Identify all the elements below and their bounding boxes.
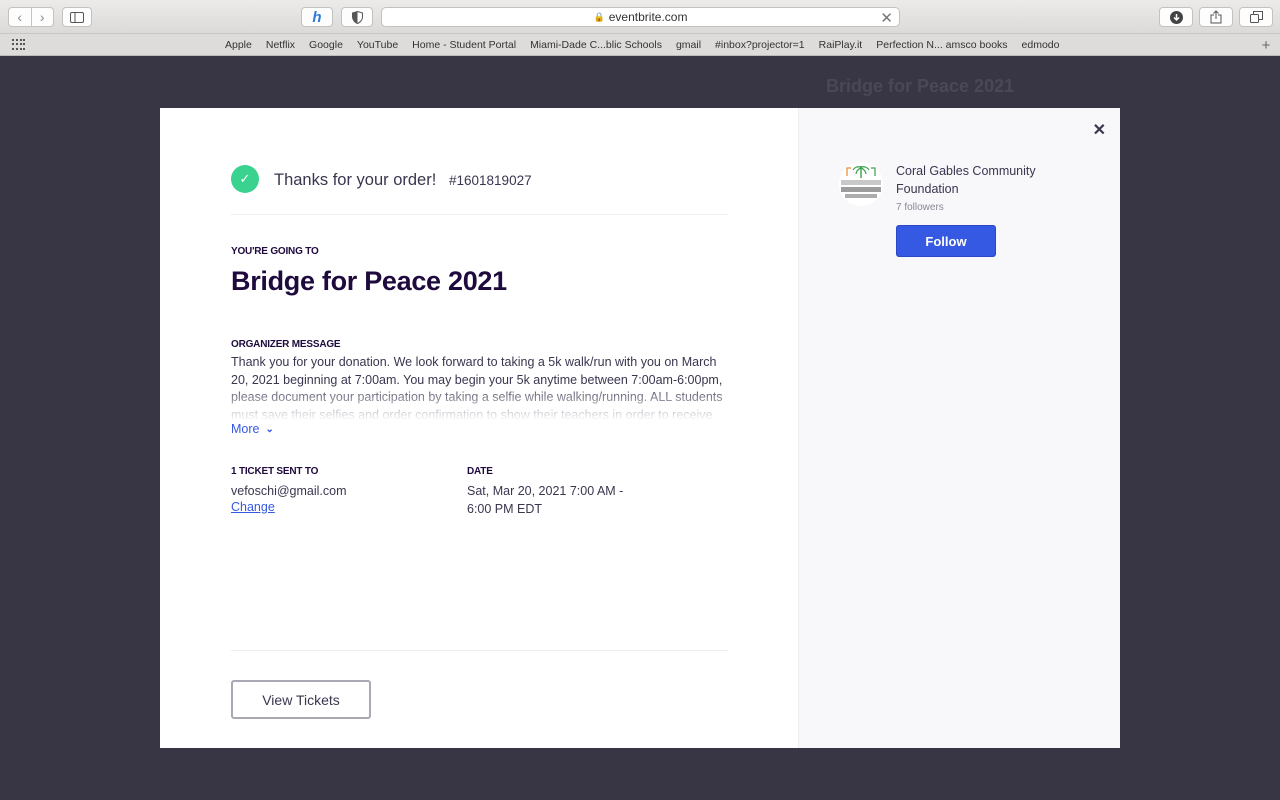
date-label: DATE — [467, 466, 493, 477]
bookmark-item[interactable]: edmodo — [1022, 39, 1060, 51]
sidebar-icon — [70, 11, 84, 23]
order-number: #1601819027 — [449, 173, 532, 188]
tabs-icon — [1249, 11, 1263, 23]
add-bookmark-icon[interactable]: + — [1258, 34, 1274, 56]
follow-button[interactable]: Follow — [896, 225, 996, 257]
bookmarks-grid-icon[interactable] — [12, 39, 26, 51]
nav-buttons: ‹ › — [8, 7, 54, 27]
more-toggle[interactable]: More ⌄ — [231, 422, 274, 436]
browser-toolbar: ‹ › h 🔒 eventbrite.com ✕ — [0, 0, 1280, 34]
bookmark-item[interactable]: YouTube — [357, 39, 398, 51]
bookmark-item[interactable]: Miami-Dade C...blic Schools — [530, 39, 662, 51]
thanks-heading: Thanks for your order! — [274, 171, 437, 189]
change-email-link[interactable]: Change — [231, 500, 275, 514]
bookmark-item[interactable]: Netflix — [266, 39, 295, 51]
bookmark-item[interactable]: Perfection N... amsco books — [876, 39, 1007, 51]
downloads-button[interactable] — [1159, 7, 1193, 27]
divider — [231, 214, 728, 215]
shield-icon — [351, 10, 363, 24]
download-icon — [1169, 10, 1183, 24]
bookmark-item[interactable]: gmail — [676, 39, 701, 51]
sidebar-toggle-button[interactable] — [62, 7, 92, 27]
back-icon[interactable]: ‹ — [9, 8, 32, 26]
organizer-followers: 7 followers — [896, 202, 944, 213]
stop-loading-icon[interactable]: ✕ — [880, 9, 893, 27]
lock-icon: 🔒 — [593, 11, 605, 22]
event-date-line1: Sat, Mar 20, 2021 7:00 AM - — [467, 484, 624, 498]
event-title: Bridge for Peace 2021 — [231, 266, 507, 296]
organizer-name[interactable]: Coral Gables Community Foundation — [896, 162, 1076, 198]
privacy-shield-button[interactable] — [341, 7, 373, 27]
checkmark-icon: ✓ — [231, 165, 259, 193]
organizer-logo — [839, 162, 883, 206]
share-button[interactable] — [1199, 7, 1233, 27]
bookmark-item[interactable]: Google — [309, 39, 343, 51]
backdrop-event-title: Bridge for Peace 2021 — [826, 76, 1015, 96]
honey-extension-icon[interactable]: h — [301, 7, 333, 27]
address-url: eventbrite.com — [608, 10, 688, 24]
forward-icon[interactable]: › — [32, 8, 54, 26]
chevron-down-icon: ⌄ — [265, 423, 274, 435]
tabs-overview-button[interactable] — [1239, 7, 1273, 27]
order-details-panel: ✓ Thanks for your order! #1601819027 YOU… — [160, 108, 799, 748]
tickets-sent-label: 1 TICKET SENT TO — [231, 466, 319, 477]
event-date-line2: 6:00 PM EDT — [467, 502, 543, 516]
share-icon — [1210, 10, 1222, 24]
more-label: More — [231, 422, 260, 436]
going-label: YOU'RE GOING TO — [231, 246, 319, 257]
bookmark-item[interactable]: #inbox?projector=1 — [715, 39, 805, 51]
address-bar[interactable]: 🔒 eventbrite.com ✕ — [381, 7, 900, 27]
order-confirmation-modal: ✓ Thanks for your order! #1601819027 YOU… — [160, 108, 1120, 748]
bookmark-list: Apple Netflix Google YouTube Home - Stud… — [225, 34, 1074, 56]
view-tickets-button[interactable]: View Tickets — [231, 680, 371, 719]
organizer-message: Thank you for your donation. We look for… — [231, 355, 723, 421]
bookmark-item[interactable]: Home - Student Portal — [412, 39, 516, 51]
divider — [231, 650, 728, 651]
bookmark-item[interactable]: Apple — [225, 39, 252, 51]
bookmark-item[interactable]: RaiPlay.it — [819, 39, 863, 51]
ticket-email: vefoschi@gmail.com — [231, 484, 347, 498]
close-icon[interactable]: ✕ — [1093, 120, 1106, 140]
organizer-panel: ✕ Coral Gables Community Foundation 7 fo… — [799, 108, 1120, 748]
organizer-message-label: ORGANIZER MESSAGE — [231, 339, 341, 350]
